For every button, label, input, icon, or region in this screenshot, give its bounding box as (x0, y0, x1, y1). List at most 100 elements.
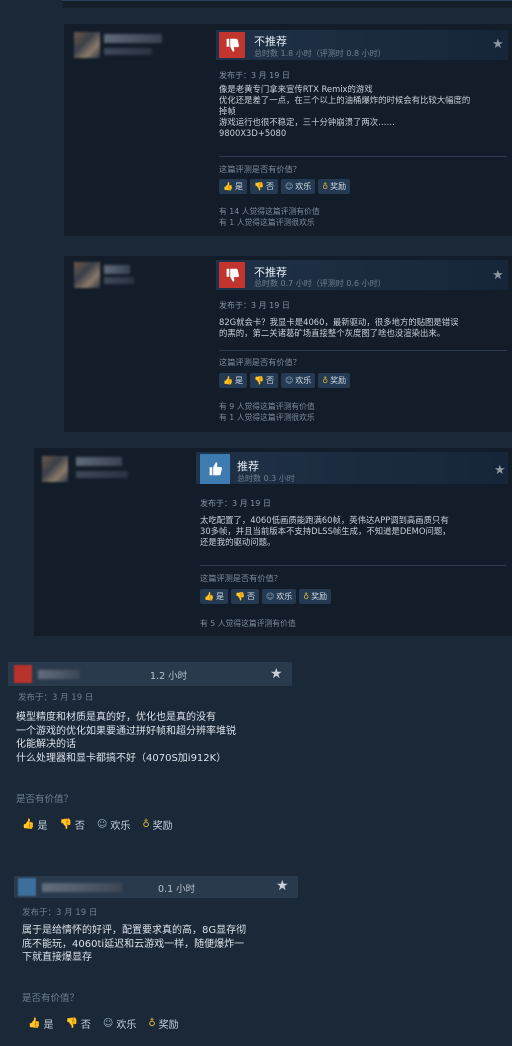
vote-funny-button[interactable]: ☺ 欢乐 (280, 373, 316, 388)
reviewer-games (104, 277, 134, 284)
reviewer-games (104, 48, 152, 55)
star-icon[interactable]: ★ (492, 38, 504, 51)
thumbs-up-icon (200, 454, 230, 484)
award-button[interactable]: ♁ 奖励 (142, 817, 172, 832)
review-card: 不推荐 总时数 0.7 小时（评测时 0.6 小时） ★ 发布于：3 月 19 … (64, 256, 512, 432)
thumbs-up-icon: 👍 (223, 182, 233, 191)
vote-funny-button[interactable]: ☺ 欢乐 (280, 179, 316, 194)
reviewer-name (38, 670, 80, 679)
avatar (74, 262, 100, 288)
avatar (42, 456, 68, 482)
post-date: 发布于：3 月 19 日 (219, 71, 290, 80)
reviewer-name (104, 265, 130, 274)
review-text: 模型精度和材质是真的好，优化也是真的没有 一个游戏的优化如果要通过拼好帧和超分辨率… (16, 712, 236, 764)
review-text: 太吃配置了，4060低画质能跑满60帧，英伟达APP调到高画质只有 30多帧，并且… (200, 515, 451, 547)
reviewer-games (76, 471, 128, 478)
vote-yes-button[interactable]: 👍 是 (219, 179, 247, 194)
thumbs-up-icon: 👍 (22, 819, 35, 830)
funny-count: 有 1 人觉得这篇评测很欢乐 (219, 218, 315, 227)
thumbs-up-icon: 👍 (204, 592, 214, 601)
vote-yes-button[interactable]: 👍 是 (22, 817, 47, 832)
vote-buttons: 👍 是 👎 否 ☺ 欢乐 ♁ 奖励 (219, 179, 351, 194)
review-text: 82G就会卡？我显卡是4060，最新驱动，很多地方的贴图是错误 的黑的，第二关诸葛… (219, 317, 459, 338)
reviewer-avatar (14, 665, 32, 683)
award-icon: ♁ (303, 592, 310, 601)
thumbs-down-icon: 👎 (234, 592, 245, 601)
smiley-icon: ☺ (102, 1018, 114, 1029)
award-icon: ♁ (322, 376, 329, 385)
award-button[interactable]: ♁ 奖励 (299, 589, 332, 604)
reviewer-name (42, 883, 122, 892)
thumbs-down-icon: 👎 (65, 1018, 78, 1029)
thumbs-down-icon: 👎 (253, 182, 264, 191)
playtime: 0.1 小时 (158, 884, 196, 895)
smiley-icon: ☺ (284, 182, 294, 191)
vote-funny-button[interactable]: ☺ 欢乐 (97, 817, 130, 832)
compact-review-card: 1.2 小时 ★ 发布于：3 月 19 日 模型精度和材质是真的好，优化也是真的… (8, 662, 292, 842)
smiley-icon: ☺ (96, 819, 108, 830)
reviewer-name (104, 34, 162, 43)
divider (219, 350, 507, 351)
thumbs-up-icon: 👍 (223, 376, 233, 385)
vote-no-button[interactable]: 👎 否 (249, 373, 278, 388)
playtime: 总时数 1.8 小时（评测时 0.8 小时） (254, 49, 386, 58)
review-card: 推荐 总时数 0.3 小时 ★ 发布于：3 月 19 日 太吃配置了，4060低… (34, 448, 512, 636)
vote-buttons: 👍 是 👎 否 ☺ 欢乐 ♁ 奖励 (219, 373, 351, 388)
thumbs-up-icon: 👍 (28, 1018, 41, 1029)
helpful-count: 有 5 人觉得这篇评测有价值 (200, 619, 296, 628)
star-icon[interactable]: ★ (494, 464, 506, 477)
vote-no-button[interactable]: 👎 否 (230, 589, 259, 604)
post-date: 发布于：3 月 19 日 (200, 499, 271, 508)
star-icon[interactable]: ★ (492, 269, 504, 282)
vote-no-button[interactable]: 👎 否 (65, 1016, 90, 1031)
previous-review-edge (62, 0, 512, 8)
thumbs-down-icon (219, 262, 245, 288)
vote-buttons: 👍 是 👎 否 ☺ 欢乐 ♁ 奖励 (22, 817, 173, 832)
avatar (74, 32, 100, 58)
vote-yes-button[interactable]: 👍 是 (200, 589, 228, 604)
helpful-question: 是否有价值？ (22, 993, 80, 1004)
thumbs-down-icon: 👎 (59, 819, 72, 830)
funny-count: 有 1 人觉得这篇评测很欢乐 (219, 413, 315, 422)
vote-buttons: 👍 是 👎 否 ☺ 欢乐 ♁ 奖励 (28, 1016, 179, 1031)
thumbs-down-icon: 👎 (253, 376, 264, 385)
review-text: 属于是给情怀的好评，配置要求真的高，8G显存彻 底不能玩，4060ti延迟和云游戏… (22, 925, 247, 963)
award-icon: ♁ (142, 819, 150, 830)
playtime: 总时数 0.3 小时 (237, 474, 295, 483)
award-button[interactable]: ♁ 奖励 (318, 179, 351, 194)
thumbs-down-icon (219, 32, 245, 58)
review-verdict: 不推荐 (254, 35, 287, 48)
divider (200, 565, 506, 566)
post-date: 发布于：3 月 19 日 (18, 693, 94, 703)
star-icon[interactable]: ★ (270, 667, 283, 681)
helpful-question: 这篇评测是否有价值？ (200, 573, 282, 583)
vote-funny-button[interactable]: ☺ 欢乐 (261, 589, 297, 604)
vote-no-button[interactable]: 👎 否 (249, 179, 278, 194)
award-icon: ♁ (148, 1018, 156, 1029)
smiley-icon: ☺ (284, 376, 294, 385)
helpful-count: 有 14 人觉得这篇评测有价值 (219, 207, 320, 216)
vote-yes-button[interactable]: 👍 是 (28, 1016, 53, 1031)
reviewer-avatar (18, 878, 36, 896)
review-verdict: 推荐 (237, 460, 259, 473)
divider (219, 156, 507, 157)
helpful-question: 是否有价值？ (16, 794, 74, 805)
award-button[interactable]: ♁ 奖励 (148, 1016, 178, 1031)
helpful-question: 这篇评测是否有价值？ (219, 164, 301, 174)
vote-buttons: 👍 是 👎 否 ☺ 欢乐 ♁ 奖励 (200, 589, 332, 604)
smiley-icon: ☺ (265, 592, 275, 601)
post-date: 发布于：3 月 19 日 (22, 908, 98, 918)
review-card: 不推荐 总时数 1.8 小时（评测时 0.8 小时） ★ 发布于：3 月 19 … (64, 24, 512, 236)
award-button[interactable]: ♁ 奖励 (318, 373, 351, 388)
post-date: 发布于：3 月 19 日 (219, 301, 290, 310)
review-text: 像是老黄专门拿来宣传RTX Remix的游戏 优化还是差了一点，在三个以上的油桶爆… (219, 84, 471, 138)
vote-yes-button[interactable]: 👍 是 (219, 373, 247, 388)
vote-no-button[interactable]: 👎 否 (59, 817, 84, 832)
reviewer-name (76, 457, 122, 466)
vote-funny-button[interactable]: ☺ 欢乐 (103, 1016, 136, 1031)
star-icon[interactable]: ★ (276, 879, 289, 893)
helpful-count: 有 9 人觉得这篇评测有价值 (219, 402, 315, 411)
playtime: 1.2 小时 (150, 671, 188, 682)
award-icon: ♁ (322, 182, 329, 191)
compact-review-card: 0.1 小时 ★ 发布于：3 月 19 日 属于是给情怀的好评，配置要求真的高，… (14, 876, 298, 1046)
